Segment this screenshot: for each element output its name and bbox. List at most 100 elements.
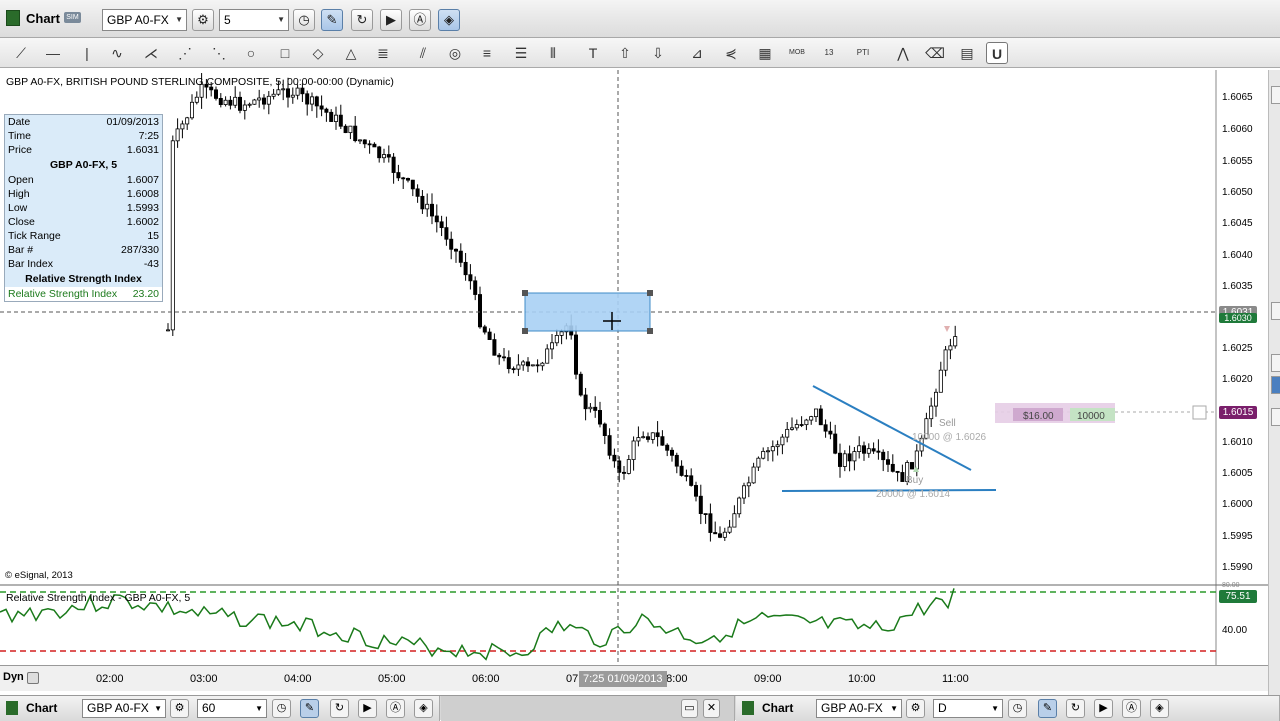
- draw-button[interactable]: ✎: [1038, 699, 1057, 718]
- order-price-tag: 1.6015: [1219, 406, 1257, 419]
- info-value: 7:25: [138, 130, 159, 142]
- candle-body: [357, 139, 362, 142]
- symbol-input[interactable]: GBP A0-FX ▼: [102, 9, 187, 31]
- toolbox-tool-icon[interactable]: ▤: [954, 42, 980, 64]
- candle-body: [516, 364, 521, 370]
- scroll-button[interactable]: [1271, 302, 1280, 320]
- candle-body: [852, 451, 857, 462]
- horizontal-line-tool-icon[interactable]: —: [40, 42, 66, 64]
- interval-input[interactable]: 5 ▼: [219, 9, 289, 31]
- refresh-button[interactable]: ↻: [1066, 699, 1085, 718]
- time-zones-tool-icon[interactable]: ⦀: [540, 42, 566, 64]
- scroll-button[interactable]: [1271, 86, 1280, 104]
- arrow-up-tool-icon[interactable]: ⇧: [612, 42, 638, 64]
- scroll-button[interactable]: [1271, 408, 1280, 426]
- draw-button[interactable]: ✎: [321, 9, 343, 31]
- grid-tool-icon[interactable]: ▦: [752, 42, 778, 64]
- candle-body: [866, 448, 871, 454]
- interval-input[interactable]: 60 ▼: [197, 699, 267, 718]
- ellipse-tool-icon[interactable]: ○: [238, 42, 264, 64]
- pitchfork-tool-icon[interactable]: ⋱: [206, 42, 232, 64]
- play-button[interactable]: ▶: [1094, 699, 1113, 718]
- rectangle-tool-icon[interactable]: □: [272, 42, 298, 64]
- speed-tool-icon[interactable]: ⋞: [718, 42, 744, 64]
- eraser-button[interactable]: ◈: [414, 699, 433, 718]
- time-label: 11:00: [942, 673, 969, 685]
- candle-body: [285, 88, 290, 98]
- chevron-down-icon[interactable]: ▼: [277, 10, 285, 30]
- triangle-tool-icon[interactable]: △: [338, 42, 364, 64]
- price-label: 1.6020: [1222, 374, 1253, 385]
- symbol-link-button[interactable]: ⚙: [170, 699, 189, 718]
- right-scroll-strip[interactable]: [1268, 70, 1280, 695]
- chevron-down-icon[interactable]: ▼: [991, 700, 999, 717]
- text-tool-icon[interactable]: T: [580, 42, 606, 64]
- time-axis[interactable]: Dyn 02:00 03:00 04:00 05:00 06:00 07 08:…: [0, 665, 1268, 691]
- candle-body: [886, 459, 891, 465]
- interval-input[interactable]: D ▼: [933, 699, 1003, 718]
- fib-ext-tool-icon[interactable]: ☰: [508, 42, 534, 64]
- chart-area[interactable]: $16.00 10000 Sell 10000 @ 1.6026 Buy 200…: [0, 70, 1268, 665]
- candle-body: [353, 125, 358, 142]
- candle-body: [290, 94, 295, 98]
- chevron-down-icon[interactable]: ▼: [154, 700, 162, 717]
- candle-body: [526, 361, 531, 367]
- ellipse-13-tool-icon[interactable]: 13: [816, 42, 842, 64]
- pti-tool-icon[interactable]: PTI: [850, 42, 876, 64]
- play-button[interactable]: ▶: [380, 9, 402, 31]
- scroll-button[interactable]: [1271, 376, 1280, 394]
- draw-button[interactable]: ✎: [300, 699, 319, 718]
- docked-chart-window[interactable]: Chart GBP A0-FX ▼ ⚙ 60 ▼ ◷ ✎ ↻ ▶ Ⓐ ◈: [0, 696, 440, 721]
- candle-body: [434, 215, 439, 223]
- price-chart[interactable]: $16.00 10000 Sell 10000 @ 1.6026 Buy 200…: [0, 70, 1268, 665]
- chevron-down-icon[interactable]: ▼: [175, 10, 183, 30]
- info-row: Price 1.6031: [5, 143, 162, 157]
- shape-tool-icon[interactable]: ◇: [305, 42, 331, 64]
- auto-scale-button[interactable]: Ⓐ: [409, 9, 431, 31]
- candle-body: [766, 450, 771, 453]
- refresh-button[interactable]: ↻: [351, 9, 373, 31]
- candle-body: [348, 125, 353, 134]
- gann-tool-icon[interactable]: ⋰: [172, 42, 198, 64]
- auto-scale-button[interactable]: Ⓐ: [1122, 699, 1141, 718]
- info-label: Low: [8, 202, 28, 214]
- candle-body: [876, 450, 881, 453]
- candle-body: [535, 364, 540, 367]
- symbol-link-button[interactable]: ⚙: [906, 699, 925, 718]
- clock-button[interactable]: ◷: [1008, 699, 1027, 718]
- docked-chart-window[interactable]: Chart GBP A0-FX ▼ ⚙ D ▼ ◷ ✎ ↻ ▶ Ⓐ ◈: [736, 696, 1280, 721]
- eraser-tool-icon[interactable]: ⌫: [922, 42, 948, 64]
- zigzag-tool-icon[interactable]: ⋀: [890, 42, 916, 64]
- eraser-button[interactable]: ◈: [1150, 699, 1169, 718]
- window-restore-icon[interactable]: ▭: [681, 699, 698, 718]
- fan-tool-icon[interactable]: ⋌: [138, 42, 164, 64]
- symbol-input[interactable]: GBP A0-FX ▼: [816, 699, 902, 718]
- fibonacci-tool-icon[interactable]: ≡: [474, 42, 500, 64]
- chevron-down-icon[interactable]: ▼: [255, 700, 263, 717]
- arrow-down-tool-icon[interactable]: ⇩: [645, 42, 671, 64]
- candle-body: [175, 128, 180, 142]
- scroll-button[interactable]: [1271, 354, 1280, 372]
- freehand-tool-icon[interactable]: ∿: [104, 42, 130, 64]
- mob-tool-icon[interactable]: MOB: [784, 42, 810, 64]
- lock-icon[interactable]: [27, 672, 39, 684]
- clock-button[interactable]: ◷: [272, 699, 291, 718]
- chevron-down-icon[interactable]: ▼: [890, 700, 898, 717]
- symbol-link-button[interactable]: ⚙: [192, 9, 214, 31]
- auto-scale-button[interactable]: Ⓐ: [386, 699, 405, 718]
- clock-button[interactable]: ◷: [293, 9, 315, 31]
- vertical-line-tool-icon[interactable]: |: [74, 42, 100, 64]
- regression-tool-icon[interactable]: ⊿: [684, 42, 710, 64]
- candle-body: [396, 172, 401, 179]
- magnet-tool-icon[interactable]: U: [986, 42, 1008, 64]
- play-button[interactable]: ▶: [358, 699, 377, 718]
- candle-body: [223, 99, 228, 105]
- channel-tool-icon[interactable]: ≣: [370, 42, 396, 64]
- symbol-input[interactable]: GBP A0-FX ▼: [82, 699, 166, 718]
- parallel-tool-icon[interactable]: ⫽: [410, 42, 436, 64]
- close-icon[interactable]: ✕: [703, 699, 720, 718]
- refresh-button[interactable]: ↻: [330, 699, 349, 718]
- line-tool-icon[interactable]: ⟋: [8, 42, 34, 64]
- cycles-tool-icon[interactable]: ◎: [442, 42, 468, 64]
- eraser-button[interactable]: ◈: [438, 9, 460, 31]
